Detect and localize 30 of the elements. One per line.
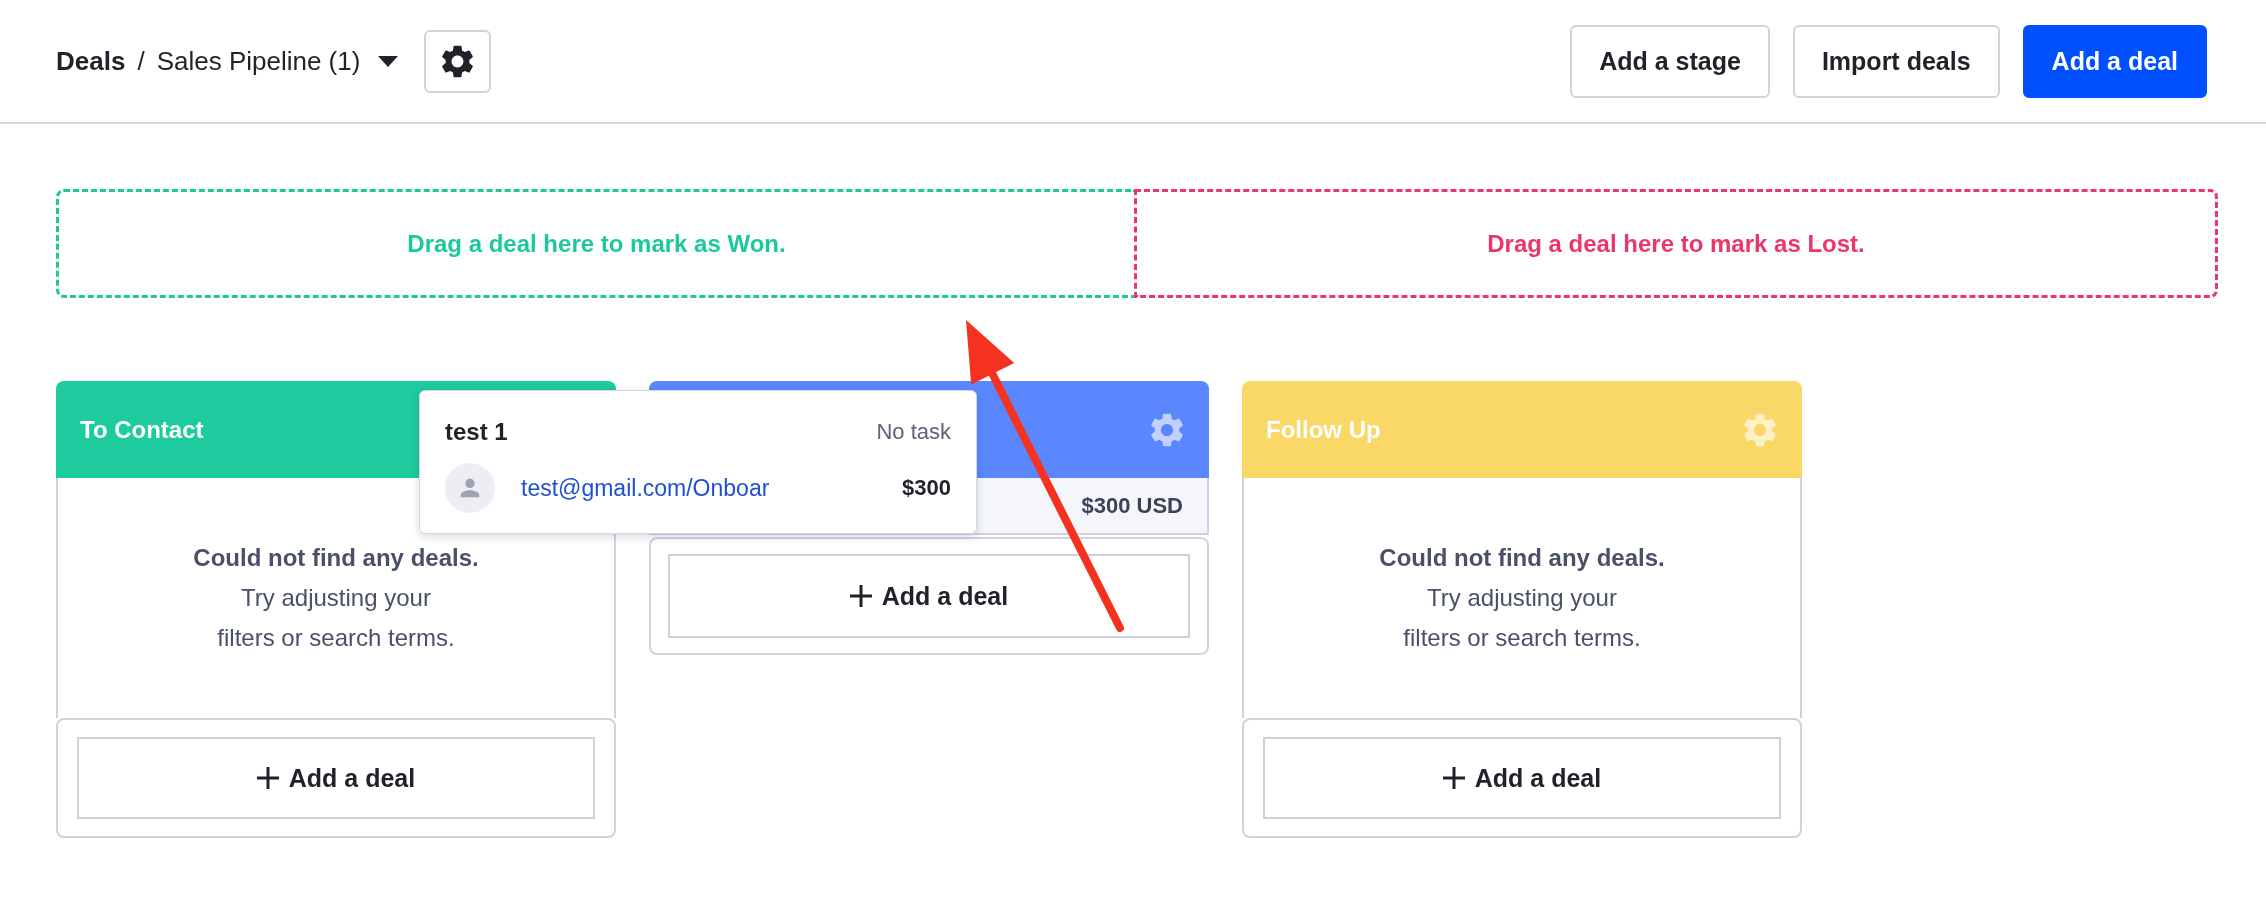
- lost-drop-zone: Drag a deal here to mark as Lost.: [1134, 189, 2218, 298]
- pipeline-settings-button[interactable]: [424, 29, 492, 93]
- won-drop-zone: Drag a deal here to mark as Won.: [56, 189, 1137, 298]
- column-title: To Contact: [80, 415, 204, 444]
- empty-state-title: Could not find any deals.: [193, 543, 479, 573]
- deal-value: $300: [902, 475, 951, 501]
- empty-state-hint: Try adjusting your filters or search terms.: [216, 583, 456, 653]
- primary-action-button[interactable]: Add a deal: [2022, 24, 2207, 98]
- add-deal-button[interactable]: Add a deal: [668, 554, 1190, 638]
- breadcrumb-link[interactable]: Deals: [56, 45, 126, 77]
- action-button[interactable]: Add a stage: [1570, 24, 1770, 98]
- column-total: $300 USD: [1081, 492, 1183, 519]
- empty-state-hint: Try adjusting your filters or search terms.: [1402, 583, 1642, 653]
- breadcrumb-separator: /: [137, 45, 145, 77]
- deal-title: test 1: [445, 418, 508, 446]
- plus-icon: [256, 767, 279, 789]
- column-title: Follow Up: [1266, 415, 1381, 444]
- deal-task-status: No task: [876, 419, 951, 445]
- plus-icon: [1442, 767, 1465, 789]
- add-deal-button[interactable]: Add a deal: [1263, 737, 1781, 819]
- contact-link[interactable]: test@gmail.com/Onboar: [521, 474, 770, 502]
- deal-card[interactable]: test 1 No task test@gmail.com/Onboar $300: [419, 390, 977, 534]
- pipeline-dropdown[interactable]: Sales Pipeline (1): [156, 45, 399, 77]
- action-button[interactable]: Import deals: [1792, 24, 2000, 98]
- caret-down-icon: [378, 55, 399, 67]
- avatar-icon: [445, 463, 495, 513]
- plus-icon: [849, 585, 872, 607]
- settings-icon[interactable]: [442, 44, 474, 78]
- empty-state-title: Could not find any deals.: [1379, 543, 1665, 573]
- add-deal-button[interactable]: Add a deal: [77, 737, 595, 819]
